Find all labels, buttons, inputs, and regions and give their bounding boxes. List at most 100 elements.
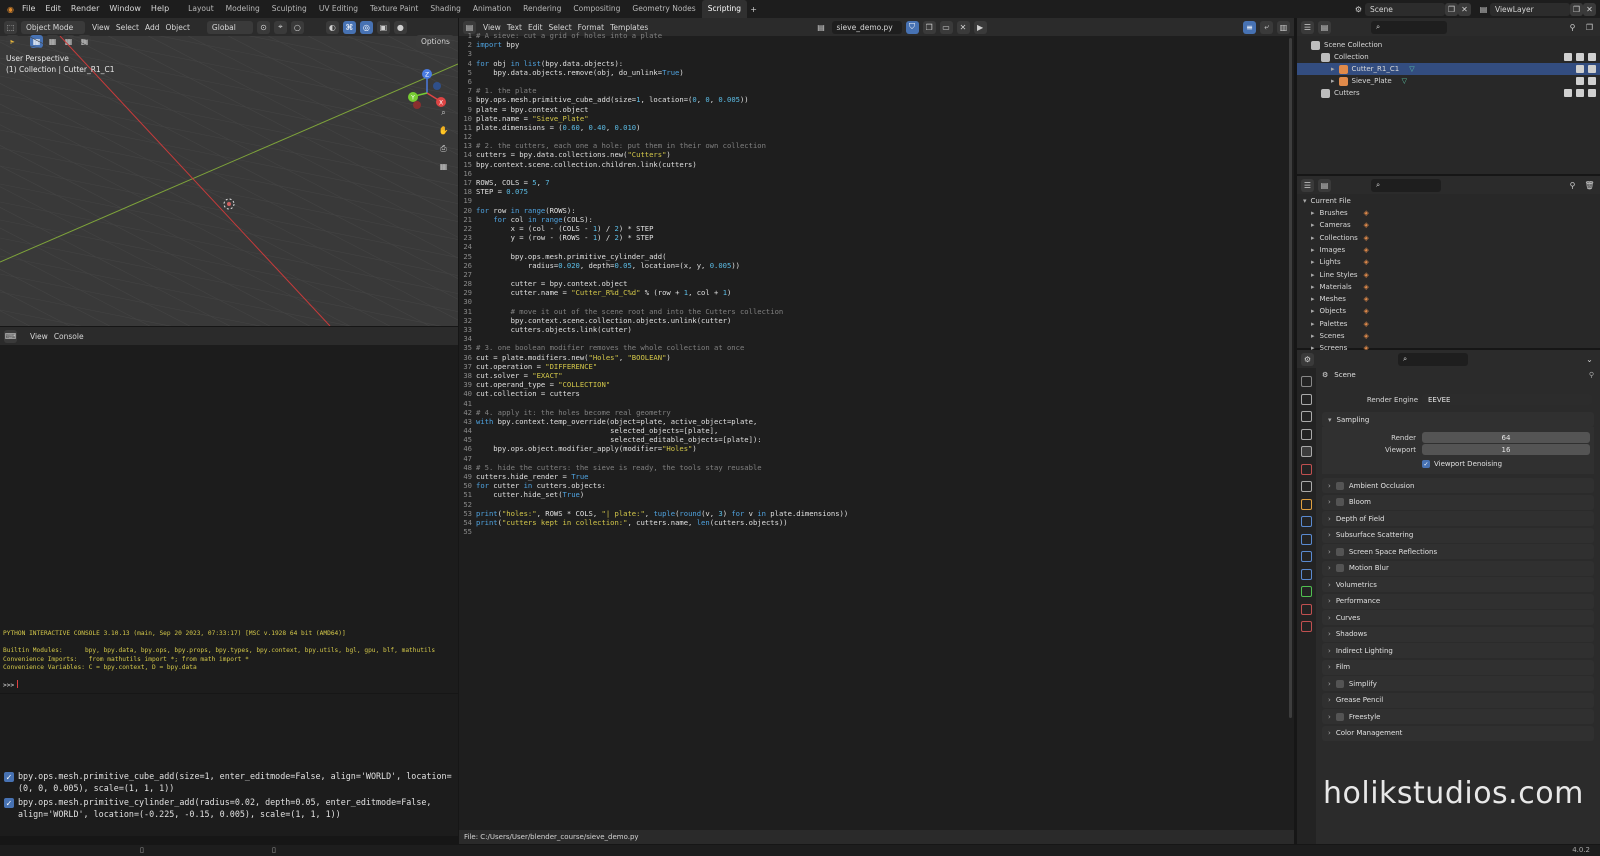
checkbox-icon[interactable]	[1335, 712, 1344, 721]
properties-editor[interactable]: ⚙ ⌕ ⌄ ⚙ Scene ⚲ Render Engine EEVEE ▾ Sa…	[1297, 350, 1600, 844]
menu-help[interactable]: Help	[146, 0, 174, 18]
outliner-item-sieve-plate[interactable]: ▸ Sieve_Plate ▽	[1297, 75, 1600, 87]
tab-geometry-nodes[interactable]: Geometry Nodes	[626, 0, 701, 18]
render-engine-dropdown[interactable]: EEVEE	[1422, 394, 1592, 405]
eye-icon[interactable]	[1576, 65, 1584, 73]
transform-orientation[interactable]: Global	[206, 20, 253, 34]
text-scrollbar[interactable]	[1289, 38, 1292, 718]
camera-render-icon[interactable]	[1588, 65, 1596, 73]
render-samples-field[interactable]: 64	[1422, 432, 1590, 443]
physics-icon[interactable]	[1301, 551, 1312, 562]
add-workspace-icon[interactable]: +	[747, 3, 760, 16]
modifier-icon[interactable]	[1301, 516, 1312, 527]
blendfile-item-line-styles[interactable]: ▸ Line Styles ◈	[1311, 269, 1369, 281]
viewport-samples-field[interactable]: 16	[1422, 444, 1590, 455]
new-viewlayer-icon[interactable]: ❐	[1570, 2, 1583, 16]
expand-arrow-icon[interactable]: ▸	[1311, 295, 1315, 303]
scene-selector[interactable]: Scene	[1365, 2, 1445, 16]
texture-icon[interactable]	[1301, 621, 1312, 632]
blendfile-item-palettes[interactable]: ▸ Palettes ◈	[1311, 318, 1369, 330]
blendfile-item-meshes[interactable]: ▸ Meshes ◈	[1311, 293, 1369, 305]
python-console[interactable]: ⌨ View Console PYTHON INTERACTIVE CONSOLE…	[0, 327, 458, 693]
blendfile-item-lights[interactable]: ▸ Lights ◈	[1311, 256, 1369, 268]
panel-ambient-occlusion[interactable]: › Ambient Occlusion	[1322, 478, 1594, 493]
delete-scene-icon[interactable]: ✕	[1458, 2, 1471, 16]
blend-file-browser[interactable]: ☰ ▤ ⌕ ⚲ 🗑 ▾ Current File ▸ Brushes ◈ ▸ Camer…	[1297, 176, 1600, 352]
filter-icon[interactable]: ⚲	[1566, 21, 1579, 34]
menu-window[interactable]: Window	[104, 0, 146, 18]
tab-shading[interactable]: Shading	[424, 0, 466, 18]
properties-options-icon[interactable]: ⌄	[1583, 353, 1596, 366]
checkbox-icon[interactable]	[1335, 547, 1344, 556]
console-menu-console[interactable]: Console	[51, 332, 87, 341]
checkbox-checked-icon[interactable]: ✓	[1422, 460, 1430, 468]
sampling-panel-header[interactable]: ▾ Sampling	[1322, 412, 1594, 427]
panel-depth-of-field[interactable]: › Depth of Field	[1322, 511, 1594, 526]
tab-uv-editing[interactable]: UV Editing	[313, 0, 364, 18]
expand-arrow-icon[interactable]: ▸	[1331, 65, 1335, 73]
checkbox-icon[interactable]	[1335, 564, 1344, 572]
shading-solid-icon[interactable]: ●	[393, 20, 407, 34]
outliner-item-cutter-r1-c1[interactable]: ▸ Cutter_R1_C1 ▽	[1297, 63, 1600, 75]
outliner-editor-type-icon[interactable]: ☰	[1301, 20, 1314, 34]
menu-file[interactable]: File	[17, 0, 40, 18]
pivot-icon[interactable]: ⊙	[256, 20, 270, 34]
checkbox-icon[interactable]	[1335, 481, 1344, 490]
expand-arrow-icon[interactable]: ▸	[1311, 271, 1315, 279]
tab-texture-paint[interactable]: Texture Paint	[364, 0, 424, 18]
new-scene-icon[interactable]: ❐	[1445, 2, 1458, 16]
panel-motion-blur[interactable]: › Motion Blur	[1322, 560, 1594, 576]
editor-type-icon[interactable]: ⬚	[4, 20, 17, 34]
viewport-menu-select[interactable]: Select	[113, 23, 142, 32]
collection-icon[interactable]	[1301, 481, 1312, 492]
menu-render[interactable]: Render	[66, 0, 104, 18]
expand-arrow-icon[interactable]: ▸	[1311, 283, 1315, 291]
pin-icon[interactable]: ⚲	[1589, 371, 1594, 379]
panel-performance[interactable]: › Performance	[1322, 593, 1594, 609]
gizmo-icon[interactable]: ⌘	[342, 20, 356, 34]
expand-arrow-icon[interactable]: ▸	[1311, 221, 1315, 229]
xray-icon[interactable]: ▣	[376, 20, 390, 34]
expand-arrow-icon[interactable]: ▸	[1311, 234, 1315, 242]
expand-arrow-icon[interactable]: ▸	[1311, 246, 1315, 254]
blender-logo-icon[interactable]: ◉	[4, 3, 17, 16]
properties-editor-type-icon[interactable]: ⚙	[1301, 352, 1314, 366]
snap-icon[interactable]: ⌖	[273, 20, 287, 34]
info-log[interactable]: ✓ bpy.ops.mesh.primitive_cube_add(size=1,…	[0, 694, 458, 836]
console-menu-view[interactable]: View	[27, 332, 51, 341]
checkbox-icon[interactable]	[1335, 679, 1344, 688]
3d-viewport[interactable]: ⬚ Object Mode View Select Add Object Global…	[0, 18, 458, 326]
render-icon[interactable]	[1301, 393, 1312, 405]
data-icon[interactable]	[1301, 586, 1312, 597]
panel-bloom[interactable]: › Bloom	[1322, 494, 1594, 510]
panel-volumetrics[interactable]: › Volumetrics	[1322, 577, 1594, 592]
object-icon[interactable]	[1301, 498, 1312, 510]
text-editor[interactable]: ▤ View Text Edit Select Format Templates ▤ si…	[459, 18, 1294, 844]
viewport-menu-view[interactable]: View	[89, 23, 113, 32]
checkbox-checked-icon[interactable]: ✓	[4, 772, 14, 782]
outliner-item-collection[interactable]: Collection	[1297, 51, 1600, 63]
blendfile-item-collections[interactable]: ▸ Collections ◈	[1311, 232, 1369, 244]
blendfile-item-cameras[interactable]: ▸ Cameras ◈	[1311, 219, 1369, 231]
viewport-menu-add[interactable]: Add	[142, 23, 163, 32]
eye-icon[interactable]	[1576, 53, 1584, 61]
tab-sculpting[interactable]: Sculpting	[266, 0, 313, 18]
tab-compositing[interactable]: Compositing	[567, 0, 626, 18]
overlay-icon[interactable]: ◎	[359, 20, 373, 34]
panel-screen-space-reflections[interactable]: › Screen Space Reflections	[1322, 544, 1594, 559]
viewport-denoising-row[interactable]: ✓ Viewport Denoising	[1422, 460, 1502, 468]
code-area[interactable]: 1 # A sieve: cut a grid of holes into a p…	[459, 31, 1289, 536]
blendfile-editor-type-icon[interactable]: ☰	[1301, 178, 1314, 192]
panel-film[interactable]: › Film	[1322, 659, 1594, 675]
expand-arrow-icon[interactable]: ▸	[1311, 258, 1315, 266]
checkbox-icon[interactable]	[1564, 89, 1572, 97]
expand-arrow-icon[interactable]: ▸	[1331, 77, 1335, 85]
tab-modeling[interactable]: Modeling	[220, 0, 266, 18]
world-icon[interactable]	[1301, 463, 1312, 475]
blendfile-item-brushes[interactable]: ▸ Brushes ◈	[1311, 207, 1369, 219]
blendfile-item-materials[interactable]: ▸ Materials ◈	[1311, 281, 1369, 293]
expand-arrow-icon[interactable]: ▸	[1311, 209, 1315, 217]
camera-render-icon[interactable]	[1588, 89, 1596, 97]
new-collection-icon[interactable]: ❐	[1583, 21, 1596, 34]
pan-hand-icon[interactable]: ✋	[437, 124, 450, 137]
